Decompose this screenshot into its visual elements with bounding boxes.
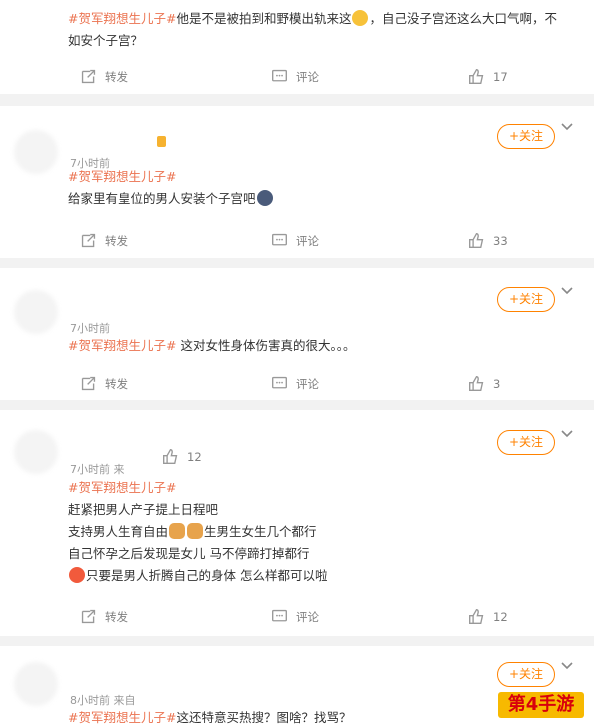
topic-tag[interactable]: #贺军翔想生儿子#	[68, 11, 176, 26]
topic-tag[interactable]: #贺军翔想生儿子#	[68, 710, 176, 724]
comment-icon	[272, 233, 287, 246]
post-card: +关注 7小时前 #贺军翔想生儿子# 这对女性身体伤害真的很大。。。 转发 评论…	[0, 268, 594, 400]
repost-icon	[81, 69, 96, 84]
avatar[interactable]	[14, 430, 58, 474]
comment-button[interactable]: 评论	[271, 232, 319, 249]
thumbs-up-icon	[469, 233, 484, 248]
post-text: #贺军翔想生儿子# 这对女性身体伤害真的很大。。。	[68, 338, 356, 353]
inline-like-button[interactable]: 12	[162, 448, 202, 465]
comment-button[interactable]: 评论	[271, 608, 319, 625]
avatar[interactable]	[14, 662, 58, 706]
comment-button[interactable]: 评论	[271, 375, 319, 392]
fist-emoji-icon	[187, 523, 204, 539]
repost-icon	[81, 609, 96, 624]
vip-icon	[157, 136, 166, 147]
topic-tag[interactable]: #贺军翔想生儿子#	[68, 480, 176, 495]
comment-button[interactable]: 评论	[271, 68, 319, 85]
emoji-icon	[69, 567, 85, 583]
follow-button[interactable]: +关注	[497, 430, 555, 455]
repost-icon	[81, 233, 96, 248]
repost-button[interactable]: 转发	[80, 608, 128, 625]
chevron-down-icon[interactable]	[560, 427, 574, 441]
like-button[interactable]: 33	[468, 232, 508, 249]
chevron-down-icon[interactable]	[560, 284, 574, 298]
post-card: #贺军翔想生儿子#他是不是被拍到和野模出轨来这 ，自己没子宫还这么大口气啊，不 如…	[0, 0, 594, 94]
fist-emoji-icon	[169, 523, 186, 539]
post-time: 7小时前	[70, 322, 110, 335]
like-button[interactable]: 12	[468, 608, 508, 625]
post-text: #贺军翔想生儿子# 赶紧把男人产子提上日程吧 支持男人生育自由 生男生女生几个都行…	[68, 480, 328, 583]
avatar[interactable]	[14, 290, 58, 334]
repost-button[interactable]: 转发	[80, 68, 128, 85]
chevron-down-icon[interactable]	[560, 120, 574, 134]
emoji-icon	[256, 190, 273, 206]
topic-tag[interactable]: #贺军翔想生儿子#	[68, 338, 176, 353]
post-text: #贺军翔想生儿子# 给家里有皇位的男人安装个子宫吧	[68, 166, 274, 210]
thumbs-up-icon	[469, 69, 484, 84]
thumbs-up-icon	[469, 609, 484, 624]
thumbs-up-icon	[469, 376, 484, 391]
comment-icon	[272, 376, 287, 389]
post-time: 7小时前 来	[70, 463, 125, 476]
like-button[interactable]: 3	[468, 375, 500, 392]
post-time: 8小时前 来自	[70, 694, 136, 707]
repost-button[interactable]: 转发	[80, 232, 128, 249]
avatar[interactable]	[14, 130, 58, 174]
topic-tag[interactable]: #贺军翔想生儿子#	[68, 169, 176, 184]
follow-button[interactable]: +关注	[497, 662, 555, 687]
emoji-icon	[352, 10, 369, 26]
follow-button[interactable]: +关注	[497, 287, 555, 312]
post-card: +关注 7小时前 #贺军翔想生儿子# 给家里有皇位的男人安装个子宫吧 转发 评论…	[0, 106, 594, 258]
repost-icon	[81, 376, 96, 391]
comment-icon	[272, 609, 287, 622]
follow-button[interactable]: +关注	[497, 124, 555, 149]
comment-icon	[272, 69, 287, 82]
thumbs-up-icon	[163, 449, 178, 464]
like-button[interactable]: 17	[468, 68, 508, 85]
chevron-down-icon[interactable]	[560, 659, 574, 673]
repost-button[interactable]: 转发	[80, 375, 128, 392]
post-text: #贺军翔想生儿子#这还特意买热搜？图啥？找骂？	[68, 710, 352, 724]
post-text: #贺军翔想生儿子#他是不是被拍到和野模出轨来这 ，自己没子宫还这么大口气啊，不 如…	[68, 10, 557, 48]
site-watermark: 第4手游	[498, 692, 584, 718]
post-card: +关注 7小时前 来 12 #贺军翔想生儿子# 赶紧把男人产子提上日程吧 支持男…	[0, 410, 594, 636]
